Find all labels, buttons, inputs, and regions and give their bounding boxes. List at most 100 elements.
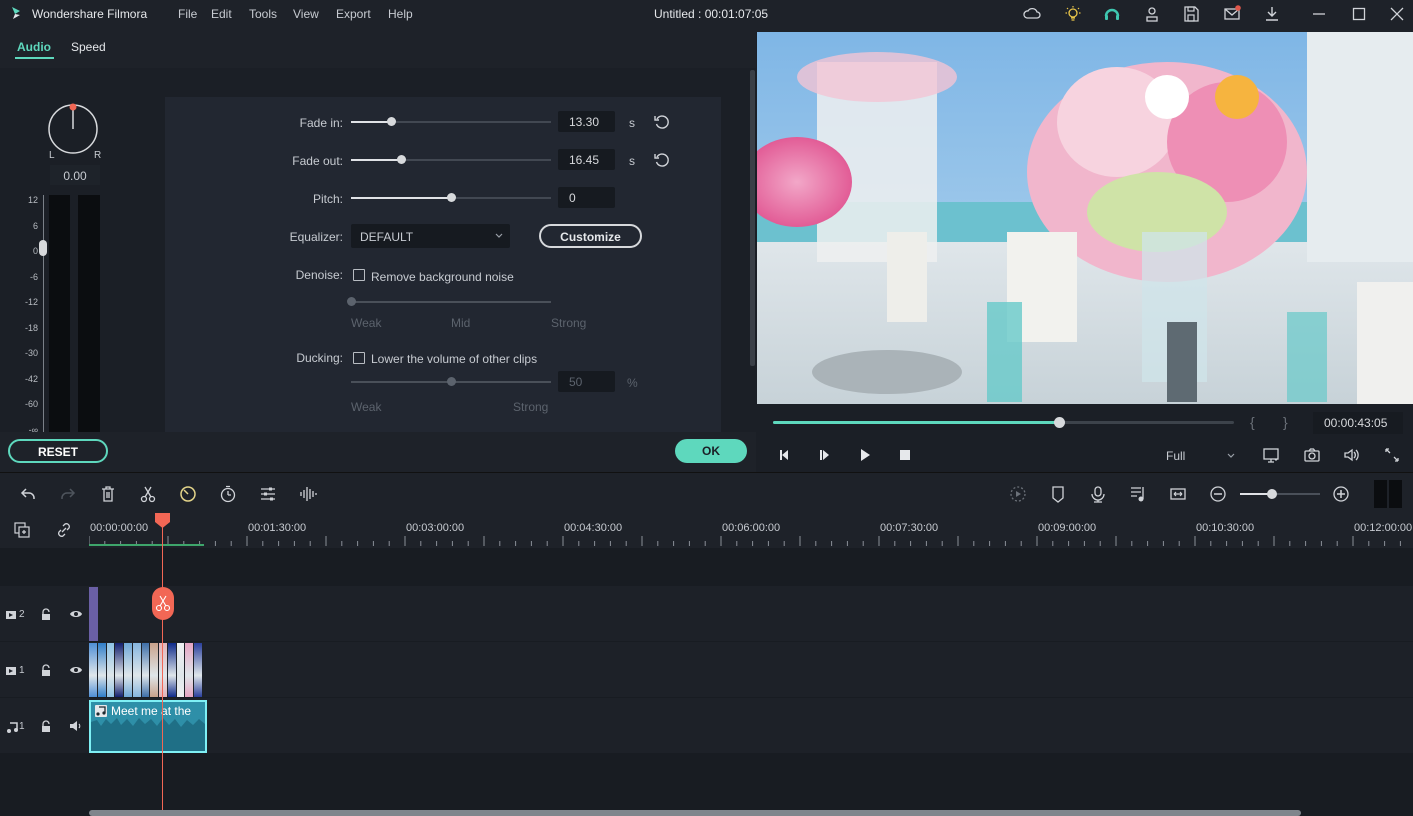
fullscreen-icon[interactable] [1383,446,1401,464]
menu-edit[interactable]: Edit [211,7,232,21]
close-icon[interactable] [1388,5,1406,23]
audio-waveform [91,718,205,751]
save-icon[interactable] [1182,5,1200,23]
lightbulb-icon[interactable] [1064,5,1082,23]
add-track-icon[interactable] [13,521,31,539]
panel-scrollbar[interactable] [750,70,755,366]
speed-icon[interactable] [179,485,197,503]
headset-support-icon[interactable] [1103,5,1121,23]
redo-icon[interactable] [59,485,77,503]
link-icon[interactable] [55,521,73,539]
ducking-slider-handle[interactable] [446,377,456,386]
lock-icon[interactable] [40,664,52,677]
zoom-in-icon[interactable] [1332,485,1350,503]
eye-icon[interactable] [69,609,83,619]
playhead-handle[interactable] [155,513,170,528]
fade-out-unit: s [629,154,635,168]
pan-right-label: R [94,150,102,161]
display-settings-icon[interactable] [1262,446,1280,464]
audio-clip[interactable]: Meet me at the [89,700,207,753]
eye-icon[interactable] [69,665,83,675]
fit-timeline-icon[interactable] [1169,485,1187,503]
fade-in-reset-icon[interactable] [654,114,670,130]
ruler-label: 00:04:30:00 [564,522,623,534]
denoise-slider-handle[interactable] [346,297,356,306]
delete-icon[interactable] [99,485,117,503]
undo-icon[interactable] [19,485,37,503]
ruler-label: 00:01:30:00 [248,522,307,534]
customize-button[interactable]: Customize [539,224,642,248]
fade-in-input[interactable]: 13.30 [558,111,615,132]
menu-view[interactable]: View [293,7,319,21]
denoise-slider[interactable] [351,301,551,303]
maximize-icon[interactable] [1350,5,1368,23]
pitch-input[interactable]: 0 [558,187,615,208]
track-number: 2 [19,609,25,620]
account-icon[interactable] [1143,5,1161,23]
fade-out-slider-fill [351,159,401,161]
snapshot-icon[interactable] [1303,446,1321,464]
video-clip-track1[interactable] [89,643,203,697]
play-icon[interactable] [857,447,873,463]
adjust-icon[interactable] [259,485,277,503]
meter-tick-label: -18 [24,322,38,333]
tab-speed[interactable]: Speed [71,40,106,54]
fade-out-input[interactable]: 16.45 [558,149,615,170]
preview-progress-handle[interactable] [1053,417,1065,428]
prev-frame-icon[interactable] [777,447,793,463]
denoise-scale-strong: Strong [551,316,587,330]
audio-wave-icon[interactable] [299,485,317,503]
denoise-checkbox[interactable] [353,269,365,281]
zoom-out-icon[interactable] [1209,485,1227,503]
filmora-logo-icon [12,7,20,19]
video-clip-track2[interactable] [89,587,98,641]
timeline-horizontal-scrollbar[interactable] [89,810,1301,816]
split-scissors-button[interactable] [152,587,174,620]
marker-icon[interactable] [1049,485,1067,503]
ruler-label: 00:10:30:00 [1196,522,1255,534]
mail-icon[interactable] [1223,5,1241,23]
tab-audio[interactable]: Audio [17,40,51,54]
render-preview-icon[interactable] [1009,485,1027,503]
ducking-unit: % [627,376,638,390]
next-frame-icon[interactable] [817,447,833,463]
equalizer-dropdown[interactable]: DEFAULT [351,224,510,248]
stop-icon[interactable] [897,447,913,463]
download-icon[interactable] [1263,5,1281,23]
video-preview[interactable] [757,32,1413,404]
clip-thumbnail [89,643,97,697]
cloud-icon[interactable] [1023,5,1041,23]
volume-icon[interactable] [1343,446,1361,464]
menu-help[interactable]: Help [388,7,413,21]
quality-dropdown[interactable]: Full [1157,443,1239,467]
reset-button[interactable]: RESET [8,439,108,463]
track-video-2 [0,586,1413,641]
clip-thumbnail [132,643,141,697]
fade-in-unit: s [629,116,635,130]
fade-in-slider-handle[interactable] [386,117,396,126]
timeline-ruler[interactable]: 00:00:00:00 00:01:30:00 00:03:00:00 00:04:3… [0,514,1413,548]
ducking-checkbox[interactable] [353,352,365,364]
cut-icon[interactable] [139,485,157,503]
menu-file[interactable]: File [178,7,197,21]
pitch-slider-handle[interactable] [446,193,456,202]
duration-icon[interactable] [219,485,237,503]
fade-out-slider-handle[interactable] [396,155,406,164]
lock-icon[interactable] [40,720,52,733]
voiceover-icon[interactable] [1089,485,1107,503]
timeline-zoom-handle[interactable] [1267,489,1277,499]
ducking-input[interactable]: 50 [558,371,615,392]
audio-mixer-icon[interactable] [1129,485,1147,503]
volume-slider-handle[interactable] [39,240,47,256]
mark-out-button[interactable]: } [1283,414,1288,430]
speaker-icon[interactable] [69,720,83,732]
volume-meter: 12 6 0 -6 -12 -18 -30 -42 -60 -∞ [0,195,110,435]
fade-out-reset-icon[interactable] [654,152,670,168]
ok-button[interactable]: OK [675,439,747,463]
panel-footer [0,432,756,472]
lock-icon[interactable] [40,608,52,621]
menu-export[interactable]: Export [336,7,371,21]
menu-tools[interactable]: Tools [249,7,277,21]
mark-in-button[interactable]: { [1250,414,1255,430]
minimize-icon[interactable] [1310,5,1328,23]
